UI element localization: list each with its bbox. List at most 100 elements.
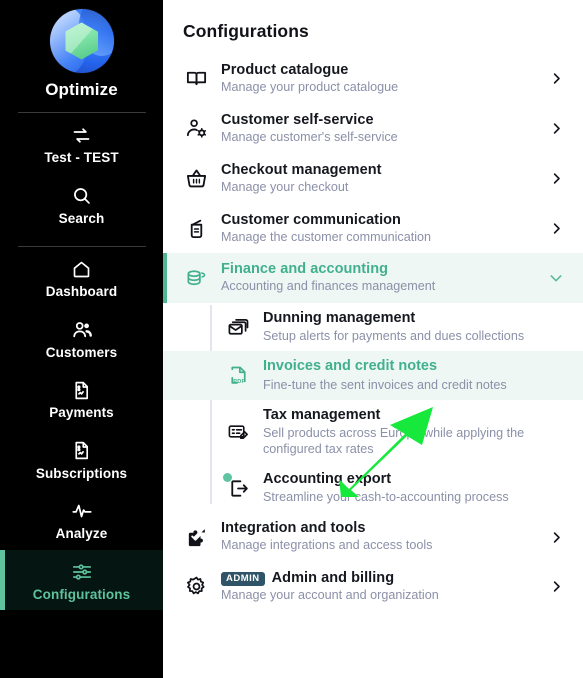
config-row-title: Checkout management (221, 161, 382, 178)
sidebar-group-1: Test - TEST Search (0, 113, 163, 234)
config-row-text: ADMIN Admin and billing Manage your acco… (221, 570, 539, 604)
chevron-right-icon[interactable] (547, 121, 565, 136)
config-row-subtitle: Manage your checkout (221, 179, 349, 194)
sidebar-item-label: Search (58, 210, 105, 226)
config-row-text: Checkout management Manage your checkout (221, 162, 539, 196)
configurations-list: Product catalogue Manage your product ca… (163, 54, 583, 612)
config-row-title: Finance and accounting (221, 261, 389, 278)
megaphone-icon (183, 215, 209, 241)
subconfig-row-title: Accounting export (263, 470, 392, 487)
chevron-right-icon[interactable] (547, 530, 565, 545)
sidebar: Optimize Test - TEST Search Dashboard Cu… (0, 0, 163, 678)
sidebar-item-label: Subscriptions (35, 465, 128, 481)
config-row-admin-and-billing[interactable]: ADMIN Admin and billing Manage your acco… (163, 562, 583, 612)
config-row-subtitle: Manage your product catalogue (221, 80, 399, 95)
config-row-customer-communication[interactable]: Customer communication Manage the custom… (163, 204, 583, 254)
users-icon (71, 319, 93, 341)
finance-subitems: Dunning management Setup alerts for paym… (163, 303, 583, 512)
sidebar-item-label: Customers (45, 344, 118, 360)
config-row-title: Customer self-service (221, 111, 374, 128)
subconfig-row-title: Invoices and credit notes (263, 358, 438, 375)
config-row-finance-and-accounting[interactable]: Finance and accounting Accounting and fi… (163, 253, 583, 304)
brand-block[interactable]: Optimize (0, 0, 163, 100)
export-arrow-icon (223, 473, 251, 501)
tax-edit-icon (225, 419, 251, 445)
coins-stack-icon (183, 265, 209, 291)
config-row-title: Integration and tools (221, 520, 366, 537)
sidebar-item-analyze[interactable]: Analyze (0, 489, 163, 550)
sidebar-item-test[interactable]: Test - TEST (0, 113, 163, 174)
config-row-subtitle: Manage the customer communication (221, 229, 431, 244)
subconfig-row-text: Accounting export Streamline your cash-t… (263, 471, 565, 505)
config-row-title-text: Admin and billing (271, 570, 395, 587)
sidebar-item-subscriptions[interactable]: Subscriptions (0, 429, 163, 490)
sidebar-item-dashboard[interactable]: Dashboard (0, 247, 163, 308)
config-row-integration-and-tools[interactable]: Integration and tools Manage integration… (163, 512, 583, 562)
subconfig-row-tax-management[interactable]: Tax management Sell products across Euro… (163, 400, 583, 464)
config-row-text: Product catalogue Manage your product ca… (221, 62, 539, 96)
sliders-icon (71, 561, 93, 583)
mail-stack-icon (225, 314, 251, 340)
config-row-customer-self-service[interactable]: Customer self-service Manage customer's … (163, 104, 583, 154)
config-row-title: Product catalogue (221, 62, 349, 78)
sidebar-item-customers[interactable]: Customers (0, 308, 163, 369)
main-content: Configurations Product catalogue Manage … (163, 0, 583, 678)
app-root: Optimize Test - TEST Search Dashboard Cu… (0, 0, 583, 678)
pulse-icon (71, 500, 93, 522)
subconfig-row-subtitle: Sell products across Europe while applyi… (263, 425, 525, 456)
pdf-icon-label: PDF (233, 378, 246, 385)
config-row-subtitle: Accounting and finances management (221, 279, 436, 294)
config-row-text: Integration and tools Manage integration… (221, 520, 539, 554)
document-chart-icon (71, 440, 93, 462)
chevron-right-icon[interactable] (547, 71, 565, 86)
shopping-basket-icon (183, 166, 209, 192)
sidebar-item-label: Dashboard (45, 284, 118, 299)
status-badge-admin: ADMIN (221, 571, 265, 586)
user-gear-icon (183, 116, 209, 142)
chevron-down-icon[interactable] (547, 270, 565, 286)
subconfig-row-title: Tax management (263, 406, 381, 423)
puzzle-icon (183, 524, 209, 550)
subconfig-row-subtitle: Streamline your cash-to-accounting proce… (263, 490, 509, 505)
subconfig-row-dunning-management[interactable]: Dunning management Setup alerts for paym… (163, 303, 583, 351)
chevron-right-icon[interactable] (547, 221, 565, 236)
page-title: Configurations (183, 21, 309, 41)
chevron-right-icon[interactable] (547, 579, 565, 594)
config-row-text: Customer communication Manage the custom… (221, 212, 539, 246)
sidebar-item-label: Test - TEST (44, 150, 119, 165)
subconfig-row-invoices-and-credit-notes[interactable]: PDF Invoices and credit notes Fine-tune … (163, 351, 583, 400)
config-row-checkout-management[interactable]: Checkout management Manage your checkout (163, 154, 583, 204)
sidebar-item-label: Analyze (55, 526, 108, 541)
gear-icon (183, 574, 209, 600)
config-row-title: Customer communication (221, 211, 401, 228)
subconfig-row-accounting-export[interactable]: Accounting export Streamline your cash-t… (163, 464, 583, 512)
open-book-icon (183, 66, 209, 92)
sidebar-item-payments[interactable]: Payments (0, 368, 163, 429)
search-icon (71, 185, 93, 207)
subconfig-row-text: Dunning management Setup alerts for paym… (263, 310, 565, 344)
config-row-subtitle: Manage customer's self-service (221, 129, 398, 144)
switch-arrows-icon (71, 124, 93, 146)
sidebar-item-label: Configurations (32, 586, 131, 602)
subconfig-row-subtitle: Fine-tune the sent invoices and credit n… (263, 377, 507, 392)
subconfig-row-text: Invoices and credit notes Fine-tune the … (263, 358, 565, 392)
brand-name: Optimize (45, 80, 118, 99)
config-row-subtitle: Manage integrations and access tools (221, 538, 433, 553)
config-row-text: Customer self-service Manage customer's … (221, 112, 539, 146)
sidebar-item-label: Payments (49, 405, 114, 420)
config-row-subtitle: Manage your account and organization (221, 588, 439, 603)
document-chart-icon (71, 379, 93, 401)
config-row-product-catalogue[interactable]: Product catalogue Manage your product ca… (163, 54, 583, 104)
sidebar-item-search[interactable]: Search (0, 174, 163, 235)
chevron-right-icon[interactable] (547, 171, 565, 186)
optimize-logo-icon (49, 9, 114, 73)
config-row-title: ADMIN Admin and billing (221, 570, 539, 587)
pdf-file-icon: PDF (225, 363, 251, 389)
subconfig-row-subtitle: Setup alerts for payments and dues colle… (263, 329, 525, 344)
home-icon (71, 258, 93, 280)
config-row-text: Finance and accounting Accounting and fi… (221, 261, 539, 295)
sidebar-group-2: Dashboard Customers Payments Subscriptio… (0, 247, 163, 610)
subconfig-row-title: Dunning management (263, 310, 416, 327)
subconfig-row-text: Tax management Sell products across Euro… (263, 407, 565, 457)
sidebar-item-configurations[interactable]: Configurations (0, 549, 163, 610)
